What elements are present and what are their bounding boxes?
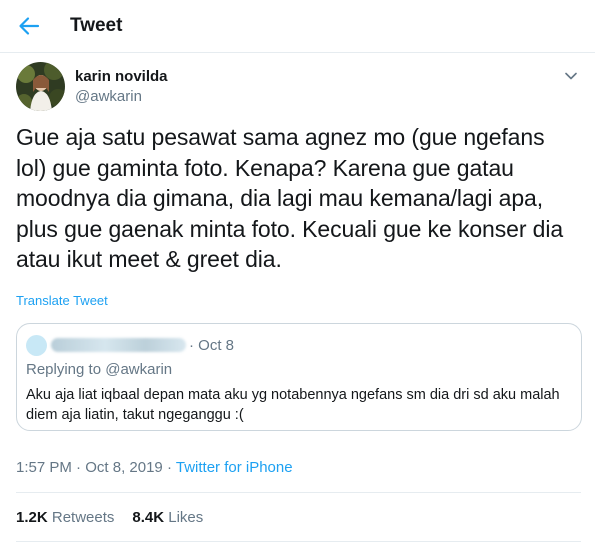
arrow-left-icon — [19, 17, 40, 35]
quoted-date: · Oct 8 — [189, 337, 235, 354]
tweet-stats: 1.2K Retweets 8.4K Likes — [16, 509, 203, 526]
translate-tweet-link[interactable]: Translate Tweet — [16, 293, 108, 308]
tweet-date[interactable]: Oct 8, 2019 — [85, 459, 163, 476]
divider — [16, 492, 581, 493]
likes-label: Likes — [168, 509, 204, 526]
retweets-label: Retweets — [51, 509, 115, 526]
avatar[interactable] — [16, 62, 65, 111]
retweets-stat[interactable]: 1.2K Retweets — [16, 509, 114, 526]
author-handle[interactable]: @awkarin — [75, 88, 142, 105]
page-title: Tweet — [70, 15, 123, 36]
back-button[interactable] — [14, 12, 44, 40]
meta-separator: · — [76, 459, 82, 476]
replying-to: Replying to @awkarin — [26, 361, 173, 378]
quoted-tweet[interactable]: · Oct 8 Replying to @awkarin Aku aja lia… — [16, 323, 582, 431]
likes-count: 8.4K — [132, 509, 165, 526]
divider — [16, 541, 581, 542]
retweets-count: 1.2K — [16, 509, 48, 526]
quoted-avatar — [26, 335, 47, 356]
tweet-source[interactable]: Twitter for iPhone — [176, 459, 293, 476]
likes-stat[interactable]: 8.4K Likes — [132, 509, 203, 526]
tweet-text: Gue aja satu pesawat sama agnez mo (gue … — [16, 124, 564, 272]
author-display-name[interactable]: karin novilda — [75, 68, 168, 85]
tweet-time: 1:57 PM — [16, 459, 72, 476]
tweet-meta: 1:57 PM · Oct 8, 2019 · Twitter for iPho… — [16, 459, 293, 476]
meta-separator: · — [166, 459, 172, 476]
more-options-button[interactable] — [561, 66, 581, 86]
top-header: Tweet — [0, 0, 595, 53]
chevron-down-icon — [565, 72, 577, 80]
tweet-author: karin novilda @awkarin — [16, 62, 581, 112]
quoted-text: Aku aja liat iqbaal depan mata aku yg no… — [26, 387, 560, 423]
redacted-username — [51, 338, 186, 352]
